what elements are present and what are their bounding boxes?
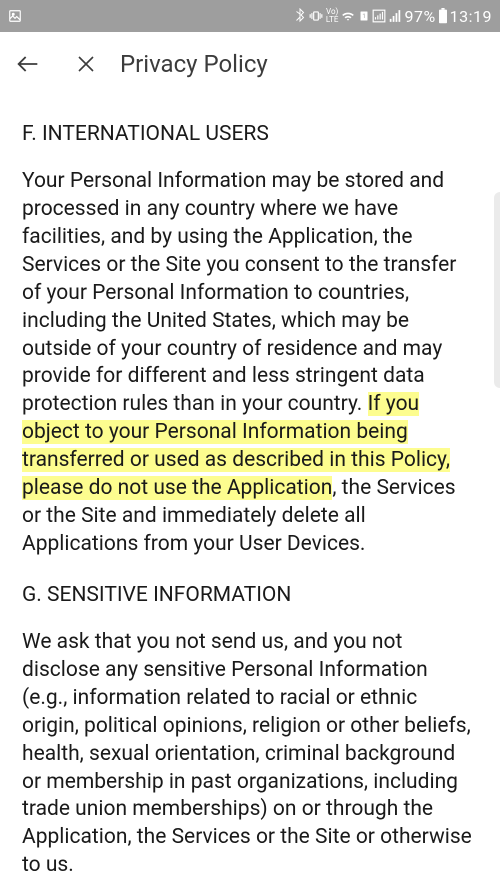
image-indicator-icon bbox=[8, 9, 22, 23]
scroll-indicator bbox=[494, 192, 500, 388]
bluetooth-icon bbox=[294, 8, 306, 24]
app-bar: Privacy Policy bbox=[0, 32, 500, 96]
vibrate-icon bbox=[308, 9, 324, 23]
status-bar: Vo) LTE 1 97% 13:19 bbox=[0, 0, 500, 32]
wifi-icon bbox=[340, 9, 356, 23]
volte-indicator: Vo) LTE bbox=[326, 8, 339, 24]
signal-box-icon bbox=[372, 9, 386, 23]
signal-icon bbox=[388, 9, 402, 23]
section-g-paragraph: We ask that you not send us, and you not… bbox=[22, 629, 478, 880]
volte-bot: LTE bbox=[326, 16, 339, 24]
section-heading-g: G. SENSITIVE INFORMATION bbox=[22, 583, 478, 607]
section-heading-f: F. INTERNATIONAL USERS bbox=[22, 122, 478, 146]
close-button[interactable] bbox=[66, 44, 106, 84]
section-f-text-pre: Your Personal Information may be stored … bbox=[22, 169, 456, 416]
page-title: Privacy Policy bbox=[120, 50, 268, 78]
svg-text:1: 1 bbox=[363, 13, 366, 20]
section-f-paragraph: Your Personal Information may be stored … bbox=[22, 168, 478, 559]
document-content: F. INTERNATIONAL USERS Your Personal Inf… bbox=[0, 96, 500, 880]
battery-percent: 97% bbox=[404, 7, 435, 26]
battery-icon bbox=[438, 8, 448, 24]
clock: 13:19 bbox=[450, 7, 492, 26]
sim-icon: 1 bbox=[358, 9, 370, 23]
back-button[interactable] bbox=[8, 44, 48, 84]
